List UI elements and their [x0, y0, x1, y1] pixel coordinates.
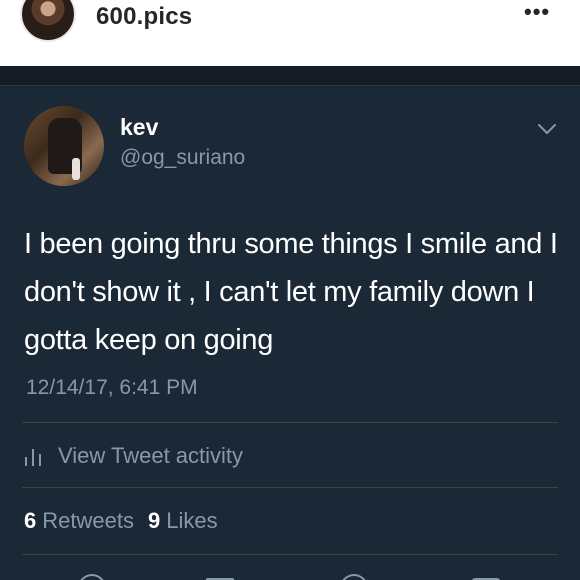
divider — [22, 422, 558, 423]
tweet-card: kev @og_suriano I been going thru some t… — [0, 66, 580, 580]
retweets-count[interactable]: 6 — [24, 508, 36, 534]
bar-chart-icon — [25, 449, 41, 466]
divider — [22, 487, 558, 488]
tweet-author-handle[interactable]: @og_suriano — [120, 146, 245, 170]
likes-label[interactable]: Likes — [166, 508, 217, 534]
view-tweet-activity-label: View Tweet activity — [58, 443, 244, 468]
instagram-avatar[interactable] — [20, 0, 76, 42]
view-tweet-activity-button[interactable]: View Tweet activity — [24, 441, 243, 471]
tweet-top-bar — [0, 66, 580, 86]
divider — [22, 554, 558, 555]
instagram-post-header: 600.pics ••• — [0, 0, 580, 66]
retweets-label[interactable]: Retweets — [42, 508, 134, 534]
tweet-author-name[interactable]: kev — [120, 114, 158, 141]
avatar-leg — [72, 158, 80, 180]
tweet-author-avatar[interactable] — [24, 106, 104, 186]
instagram-username[interactable]: 600.pics — [96, 3, 192, 31]
tweet-stats: 6 Retweets 9 Likes — [24, 508, 218, 534]
screenshot: 600.pics ••• kev @og_suriano I been goin… — [0, 0, 580, 580]
tweet-action-bar — [0, 566, 580, 580]
tweet-text: I been going thru some things I smile an… — [24, 228, 558, 356]
more-dots-icon[interactable]: ••• — [524, 1, 550, 23]
reply-icon[interactable] — [78, 574, 106, 580]
likes-count[interactable]: 9 — [148, 508, 160, 534]
like-icon[interactable] — [340, 574, 368, 580]
tweet-timestamp: 12/14/17, 6:41 PM — [26, 376, 198, 399]
chevron-down-icon[interactable] — [536, 118, 558, 140]
